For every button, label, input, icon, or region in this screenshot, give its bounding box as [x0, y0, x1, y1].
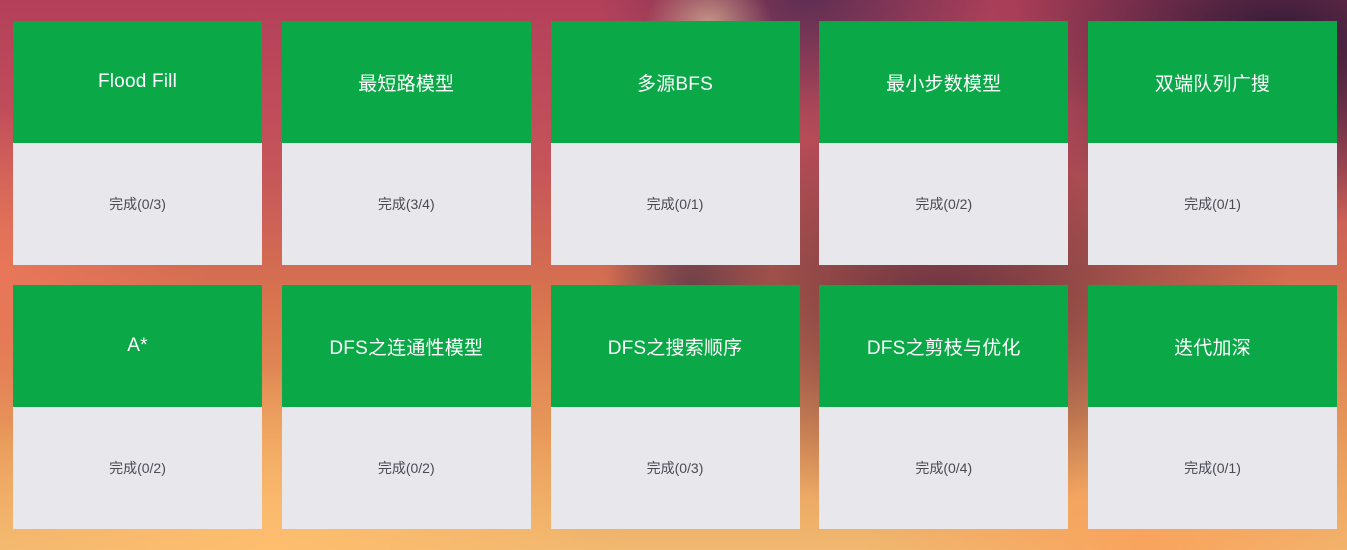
- card-title: 双端队列广搜: [1088, 21, 1337, 143]
- topic-card-dfs-search-order[interactable]: DFS之搜索顺序 完成(0/3): [550, 285, 800, 529]
- topic-card-dfs-pruning[interactable]: DFS之剪枝与优化 完成(0/4): [819, 285, 1069, 529]
- topic-card-grid: Flood Fill 完成(0/3) 最短路模型 完成(3/4) 多源BFS 完…: [13, 21, 1337, 529]
- card-progress: 完成(0/2): [13, 407, 262, 529]
- card-progress: 完成(0/4): [819, 407, 1069, 529]
- card-progress: 完成(0/3): [13, 143, 262, 265]
- card-title: 迭代加深: [1088, 285, 1337, 407]
- card-progress: 完成(0/1): [1088, 143, 1337, 265]
- card-progress: 完成(0/1): [1088, 407, 1337, 529]
- topic-card-iterative-deepening[interactable]: 迭代加深 完成(0/1): [1088, 285, 1337, 529]
- card-progress: 完成(0/2): [819, 143, 1069, 265]
- card-title: 最小步数模型: [819, 21, 1069, 143]
- card-progress: 完成(0/1): [550, 143, 800, 265]
- card-title: 多源BFS: [550, 21, 800, 143]
- card-title: A*: [13, 285, 262, 407]
- topic-card-deque-bfs[interactable]: 双端队列广搜 完成(0/1): [1088, 21, 1337, 265]
- topic-card-min-steps[interactable]: 最小步数模型 完成(0/2): [819, 21, 1069, 265]
- topic-card-dfs-connectivity[interactable]: DFS之连通性模型 完成(0/2): [281, 285, 531, 529]
- card-progress: 完成(0/3): [550, 407, 800, 529]
- topic-card-flood-fill[interactable]: Flood Fill 完成(0/3): [13, 21, 262, 265]
- topic-card-multi-source-bfs[interactable]: 多源BFS 完成(0/1): [550, 21, 800, 265]
- card-title: Flood Fill: [13, 21, 262, 143]
- card-title: DFS之连通性模型: [281, 285, 531, 407]
- card-title: 最短路模型: [281, 21, 531, 143]
- topic-card-shortest-path[interactable]: 最短路模型 完成(3/4): [281, 21, 531, 265]
- card-progress: 完成(3/4): [281, 143, 531, 265]
- card-title: DFS之搜索顺序: [550, 285, 800, 407]
- card-title: DFS之剪枝与优化: [819, 285, 1069, 407]
- topic-card-a-star[interactable]: A* 完成(0/2): [13, 285, 262, 529]
- card-progress: 完成(0/2): [281, 407, 531, 529]
